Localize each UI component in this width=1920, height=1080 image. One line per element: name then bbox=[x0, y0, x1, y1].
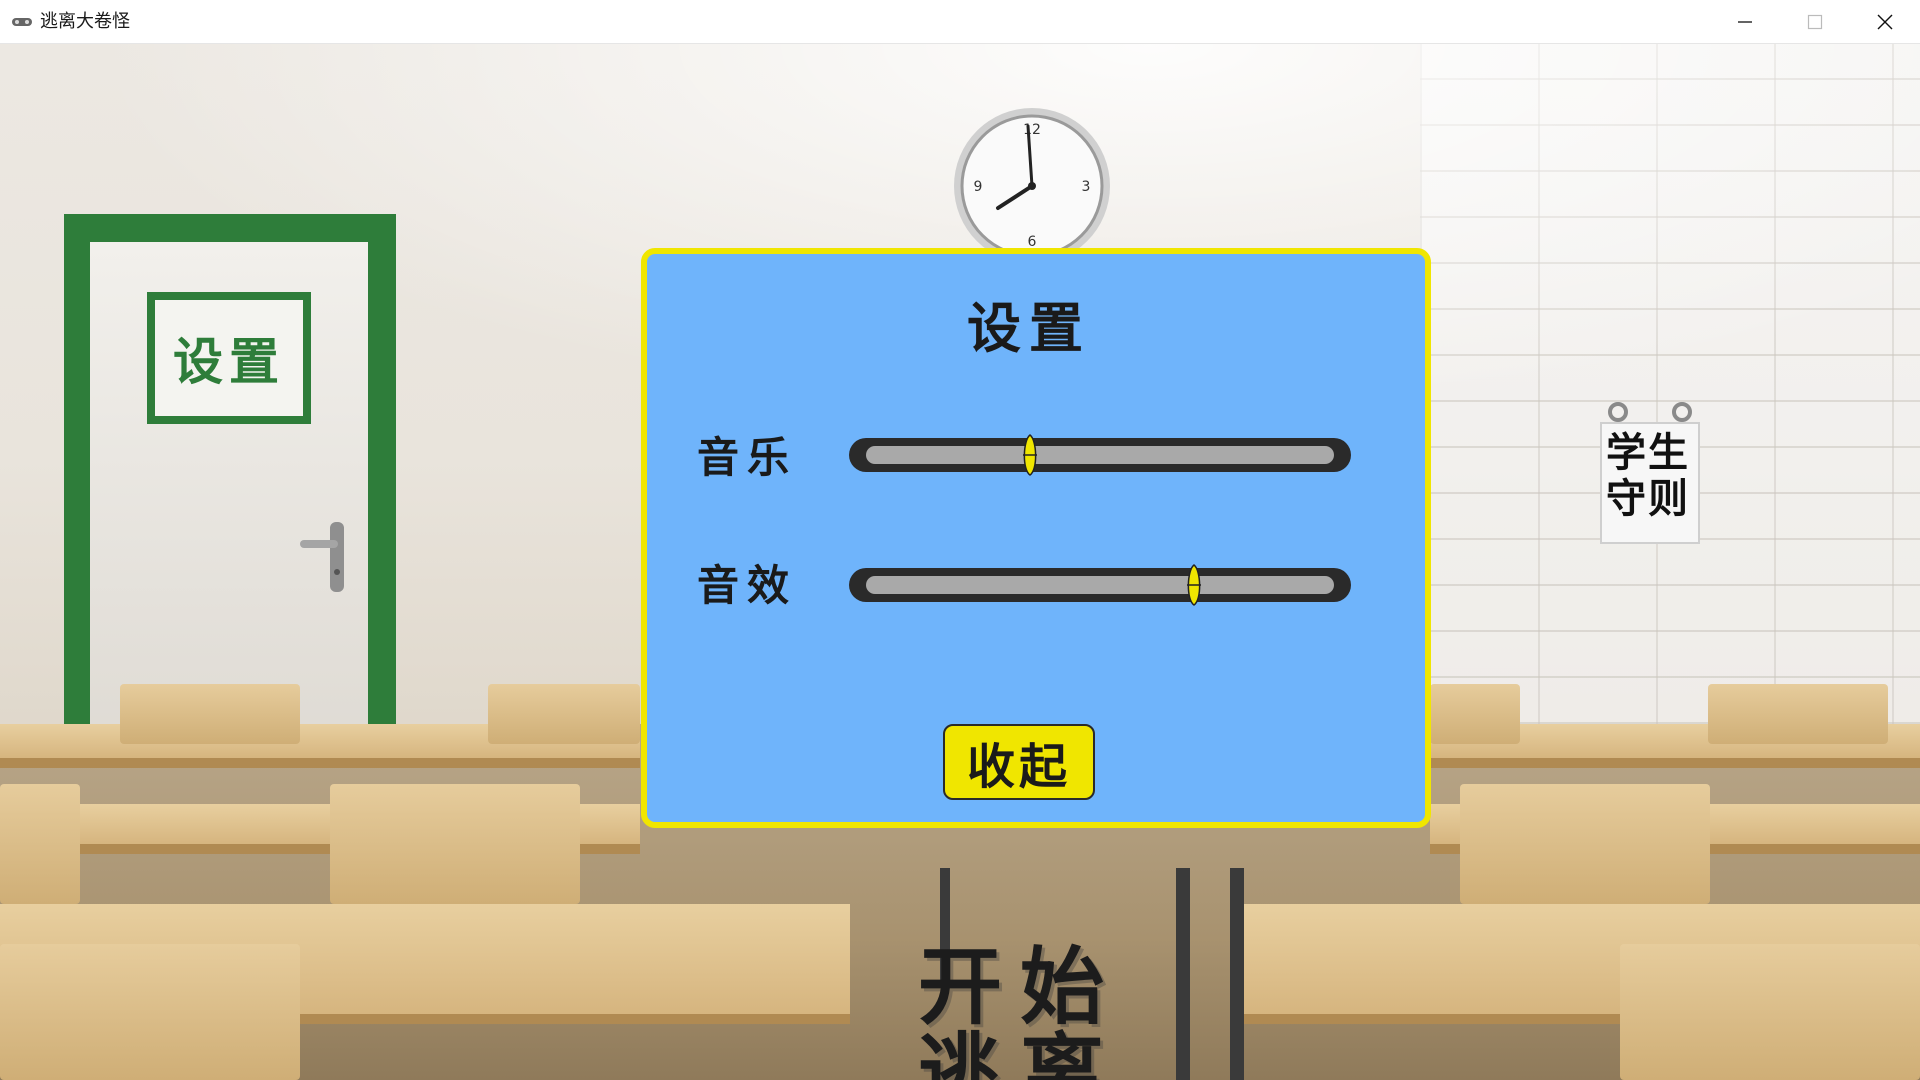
minimize-icon bbox=[1738, 21, 1752, 23]
music-slider-thumb[interactable] bbox=[1021, 434, 1039, 476]
close-icon bbox=[1877, 14, 1893, 30]
start-line-1: 开始 bbox=[918, 937, 1123, 1036]
sfx-slider[interactable] bbox=[849, 564, 1351, 606]
maximize-button[interactable] bbox=[1780, 0, 1850, 44]
chair bbox=[330, 784, 580, 904]
window-title: 逃离大卷怪 bbox=[40, 11, 130, 32]
start-escape-button[interactable]: 开始 逃离 bbox=[918, 944, 1158, 1080]
chair bbox=[1620, 944, 1920, 1080]
door-settings-sign[interactable]: 设置 bbox=[147, 292, 311, 424]
chair bbox=[1460, 784, 1710, 904]
chair bbox=[1430, 684, 1520, 744]
desk-leg bbox=[1176, 868, 1190, 1080]
minimize-button[interactable] bbox=[1710, 0, 1780, 44]
sfx-slider-track[interactable] bbox=[866, 576, 1334, 594]
maximize-icon bbox=[1807, 14, 1823, 30]
rules-line-2: 守则 bbox=[1606, 475, 1690, 522]
chair bbox=[1708, 684, 1888, 744]
svg-text:12: 12 bbox=[1023, 122, 1041, 138]
sfx-slider-thumb[interactable] bbox=[1185, 564, 1203, 606]
music-slider[interactable] bbox=[849, 434, 1351, 476]
desk-leg bbox=[1230, 868, 1244, 1080]
chair bbox=[0, 784, 80, 904]
chair bbox=[488, 684, 640, 744]
chair bbox=[120, 684, 300, 744]
music-slider-track[interactable] bbox=[866, 446, 1334, 464]
collapse-button[interactable]: 收起 bbox=[943, 724, 1095, 800]
student-rules-sign[interactable]: 学生 守则 bbox=[1600, 394, 1700, 544]
settings-dialog: 设置 音乐 音效 收起 bbox=[641, 248, 1431, 828]
door-sign-label: 设置 bbox=[173, 332, 285, 391]
settings-title: 设置 bbox=[967, 296, 1091, 360]
gamepad-icon bbox=[12, 18, 32, 26]
wall-clock-icon: 12 3 6 9 bbox=[954, 108, 1110, 264]
door-handle-icon bbox=[300, 522, 344, 592]
svg-text:3: 3 bbox=[1082, 179, 1091, 195]
sfx-label: 音效 bbox=[697, 561, 798, 610]
music-label: 音乐 bbox=[697, 433, 798, 482]
close-button[interactable] bbox=[1850, 0, 1920, 44]
svg-text:9: 9 bbox=[974, 179, 983, 195]
chair bbox=[0, 944, 300, 1080]
start-line-2: 逃离 bbox=[918, 1023, 1123, 1080]
rules-line-1: 学生 bbox=[1606, 429, 1690, 476]
title-bar: 逃离大卷怪 bbox=[0, 0, 1920, 44]
